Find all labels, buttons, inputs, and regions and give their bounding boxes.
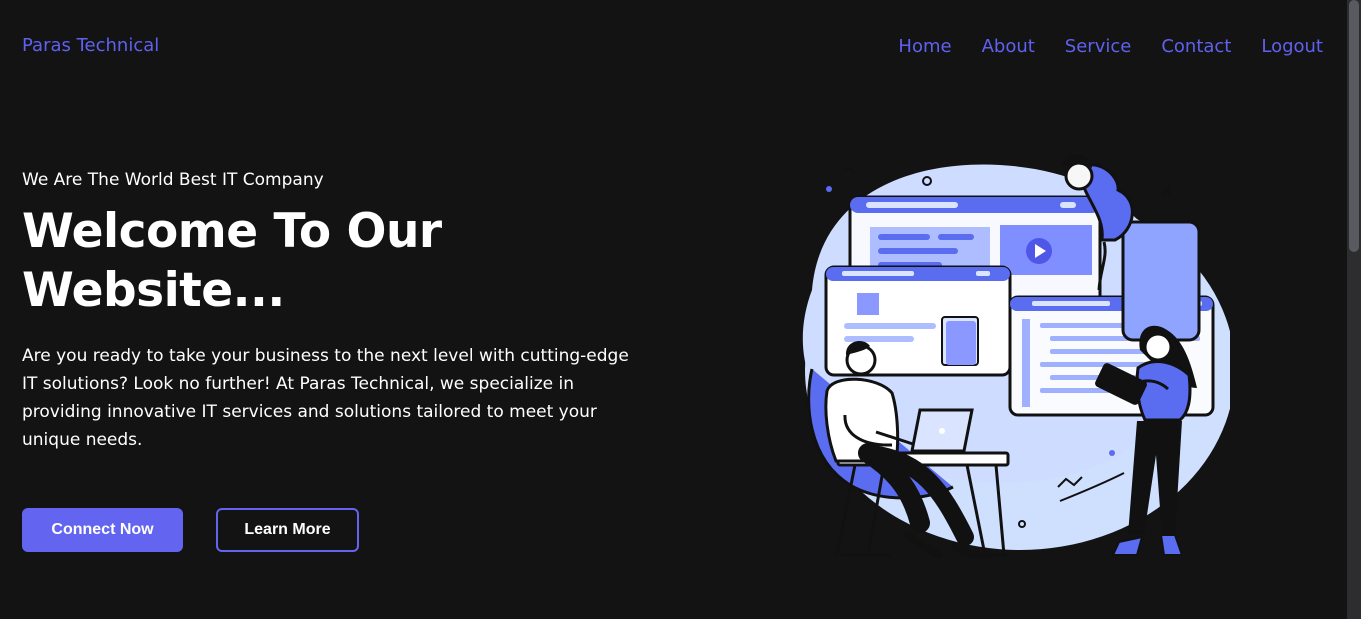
learn-more-button[interactable]: Learn More — [216, 508, 359, 552]
hero-section: We Are The World Best IT Company Welcome… — [22, 168, 642, 454]
connect-now-button[interactable]: Connect Now — [22, 508, 183, 552]
nav-home-link[interactable]: Home — [898, 36, 951, 57]
site-header: Paras Technical Home About Service Conta… — [0, 0, 1347, 96]
nav-service-link[interactable]: Service — [1065, 36, 1132, 57]
nav-contact-link[interactable]: Contact — [1161, 36, 1231, 57]
brand-logo[interactable]: Paras Technical — [22, 35, 159, 56]
main-navigation: Home About Service Contact Logout — [898, 36, 1323, 57]
hero-title: Welcome To Our Website... — [22, 204, 442, 318]
hero-description: Are you ready to take your business to t… — [22, 346, 629, 450]
page-scrollbar[interactable] — [1347, 0, 1361, 619]
desk-back-panel — [1121, 220, 1201, 342]
nav-logout-link[interactable]: Logout — [1261, 36, 1323, 57]
developers-workspace-illustration-icon — [802, 154, 1235, 559]
hero-illustration — [790, 145, 1235, 570]
scrollbar-thumb[interactable] — [1349, 0, 1359, 252]
hero-eyebrow: We Are The World Best IT Company — [22, 170, 324, 190]
nav-about-link[interactable]: About — [982, 36, 1035, 57]
standing-person-shirt — [1135, 360, 1192, 422]
